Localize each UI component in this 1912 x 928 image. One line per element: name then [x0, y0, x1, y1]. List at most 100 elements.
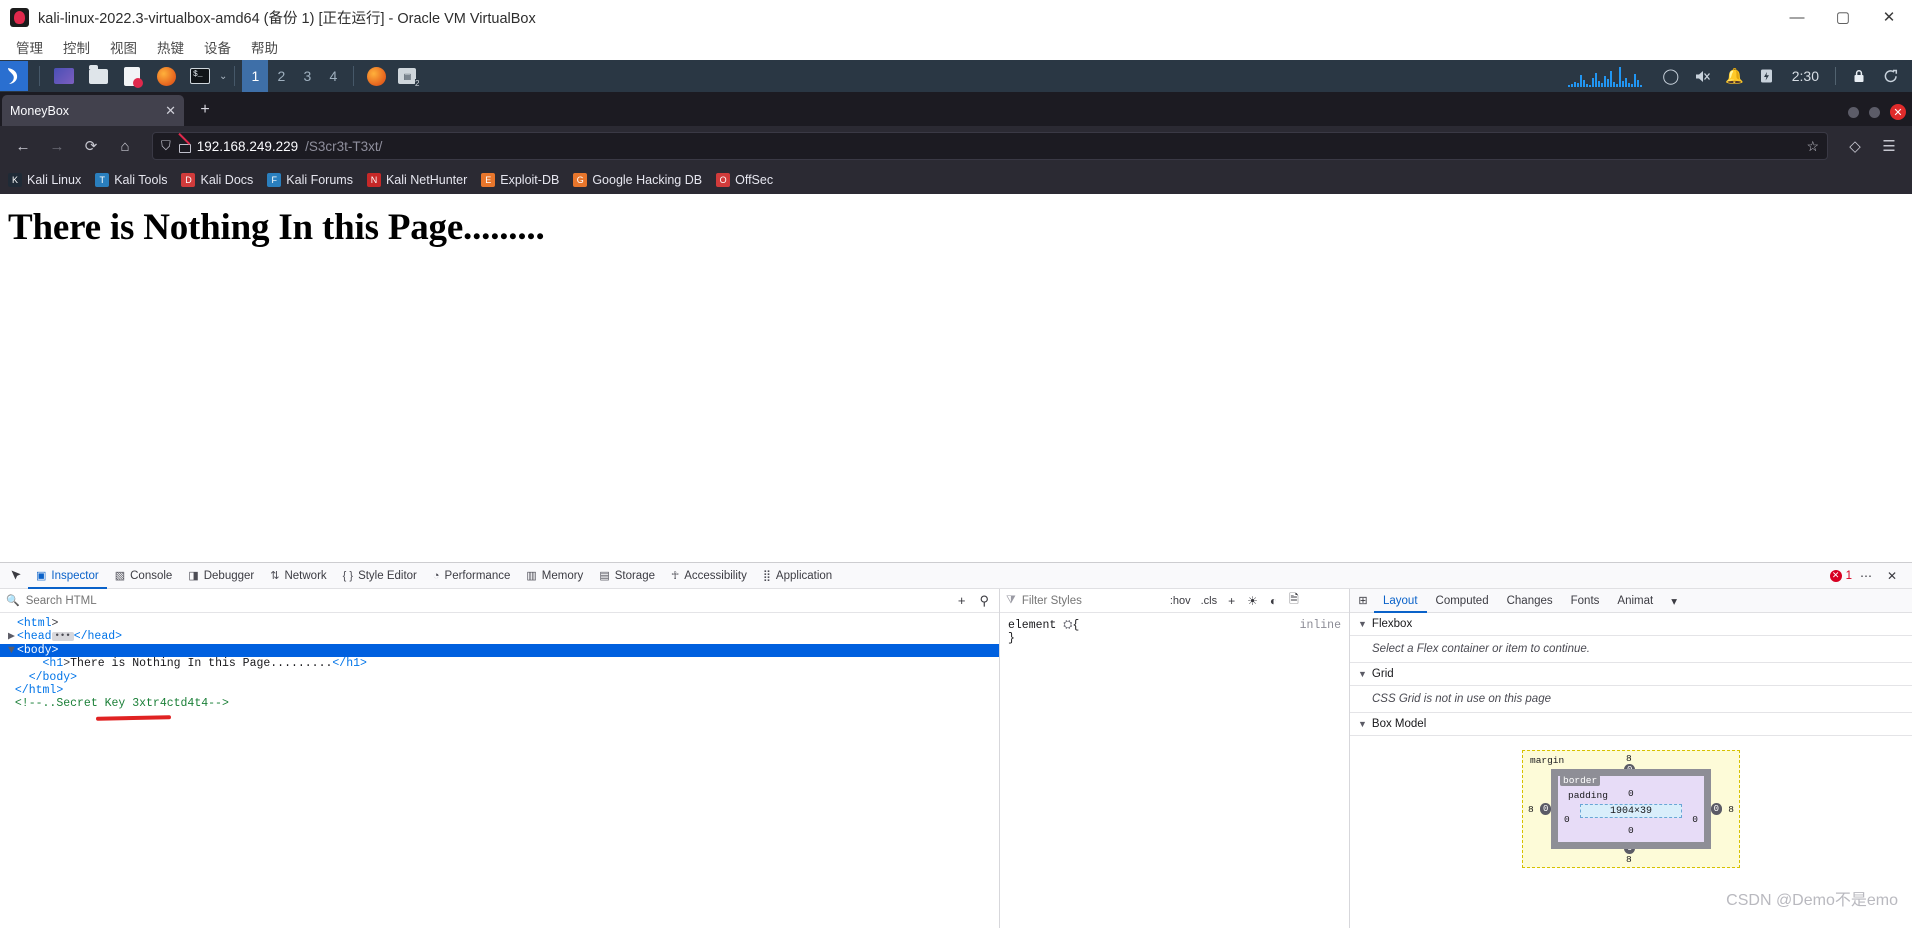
back-button[interactable]: ← [8, 131, 38, 161]
kali-dragon-icon[interactable] [0, 61, 28, 91]
markup-line-h1[interactable]: <h1>There is Nothing In this Page.......… [0, 657, 999, 670]
search-input[interactable] [25, 594, 948, 607]
menu-devices[interactable]: 设备 [196, 35, 239, 59]
padding-top-value[interactable]: 0 [1628, 788, 1634, 799]
margin-bottom-value[interactable]: 8 [1626, 854, 1632, 865]
add-rule-button[interactable]: + [1225, 594, 1238, 608]
forward-button[interactable]: → [42, 131, 72, 161]
element-picker-icon[interactable] [4, 564, 28, 588]
tab-network[interactable]: ⇅ Network [262, 563, 334, 589]
chevron-down-icon[interactable]: ▼ [1358, 719, 1367, 729]
box-model-content-area[interactable]: 1904×39 [1580, 804, 1682, 818]
markup-line-secret-comment[interactable]: <!--..Secret Key 3xtr4ctd4t4--> [0, 697, 999, 710]
tab-inspector[interactable]: ▣ Inspector [28, 563, 107, 589]
browser-tab-moneybox[interactable]: MoneyBox ✕ [2, 95, 184, 126]
workspace-2[interactable]: 2 [268, 60, 294, 92]
close-icon[interactable]: ✕ [1890, 104, 1906, 120]
tab-layout[interactable]: Layout [1374, 589, 1427, 613]
tab-close-icon[interactable]: ✕ [161, 103, 176, 119]
workspace-1[interactable]: 1 [242, 60, 269, 92]
add-node-button[interactable]: + [954, 593, 970, 608]
firefox-launcher[interactable] [152, 62, 180, 90]
bookmark-offsec[interactable]: O OffSec [716, 173, 773, 187]
refresh-circle-icon[interactable]: ◯ [1656, 60, 1686, 92]
shield-icon[interactable]: ⛉ [161, 138, 171, 154]
broken-lock-icon[interactable] [178, 140, 191, 153]
error-count-badge[interactable]: ✕ 1 [1829, 569, 1852, 582]
close-button[interactable]: ✕ [1866, 0, 1912, 34]
tab-debugger[interactable]: ◨ Debugger [180, 563, 262, 589]
tab-style-editor[interactable]: { } Style Editor [335, 563, 425, 589]
tab-changes[interactable]: Changes [1498, 589, 1562, 613]
app-menu-icon[interactable]: ☰ [1874, 131, 1904, 161]
terminal-launcher[interactable]: $_ [186, 62, 214, 90]
workspace-4[interactable]: 4 [320, 60, 346, 92]
task-firefox-window[interactable] [361, 63, 392, 89]
chevron-down-icon[interactable]: ▼ [1358, 669, 1367, 679]
bookmark-kali-nethunter[interactable]: N Kali NetHunter [366, 173, 467, 187]
filter-styles-input[interactable] [1021, 594, 1162, 607]
bookmark-kali-forums[interactable]: F Kali Forums [267, 173, 353, 187]
class-state-button[interactable]: .cls [1199, 595, 1220, 607]
tab-console[interactable]: ▧ Console [107, 563, 181, 589]
rule-element-inline[interactable]: inline element ⛭ { [1008, 619, 1341, 632]
tab-computed[interactable]: Computed [1427, 589, 1498, 613]
task-window-group[interactable]: ▤ 2 [392, 63, 422, 89]
menu-control[interactable]: 控制 [55, 35, 98, 59]
content-size-value[interactable]: 1904×39 [1610, 806, 1652, 817]
box-model-diagram[interactable]: margin 8 8 8 8 0 0 0 0 border padding 0 … [1522, 750, 1740, 868]
new-tab-button[interactable]: + [190, 95, 220, 125]
bookmark-star-icon[interactable]: ☆ [1806, 138, 1819, 155]
purple-app-launcher[interactable] [50, 62, 78, 90]
bookmark-kali-tools[interactable]: T Kali Tools [95, 173, 167, 187]
markup-line-head[interactable]: ▶ <head ••• </head> [0, 630, 999, 643]
rule-selector[interactable]: element [1008, 619, 1056, 632]
menu-manage[interactable]: 管理 [8, 35, 51, 59]
tab-performance[interactable]: ◔ Performance [425, 563, 519, 589]
file-manager-launcher[interactable] [84, 62, 112, 90]
box-model-section-header[interactable]: ▼ Box Model [1350, 713, 1912, 736]
collapsed-children-icon[interactable]: ••• [51, 631, 74, 641]
text-editor-launcher[interactable] [118, 62, 146, 90]
tab-animations[interactable]: Animat [1608, 589, 1662, 613]
twisty-icon[interactable]: ▶ [8, 630, 17, 643]
padding-left-value[interactable]: 0 [1564, 814, 1570, 825]
margin-right-value[interactable]: 8 [1728, 804, 1734, 815]
markup-line-html[interactable]: <html> [0, 617, 999, 630]
eyedropper-icon[interactable]: ⚲ [975, 593, 993, 609]
hover-state-button[interactable]: :hov [1168, 595, 1193, 607]
layout-overflow-icon[interactable]: ▾ [1662, 589, 1686, 613]
menu-view[interactable]: 视图 [102, 35, 145, 59]
markup-line-body[interactable]: ▼ <body> [0, 643, 999, 658]
grid-section-header[interactable]: ▼ Grid [1350, 663, 1912, 686]
notification-bell-icon[interactable]: 🔔 [1720, 60, 1750, 92]
menu-help[interactable]: 帮助 [243, 35, 286, 59]
tab-fonts[interactable]: Fonts [1562, 589, 1609, 613]
battery-charging-icon[interactable] [1752, 60, 1782, 92]
bookmark-kali-linux[interactable]: K Kali Linux [8, 173, 81, 187]
light-scheme-icon[interactable]: ☀ [1244, 594, 1261, 608]
margin-left-value[interactable]: 8 [1528, 804, 1534, 815]
power-icon[interactable] [1876, 60, 1906, 92]
bookmark-google-hacking-db[interactable]: G Google Hacking DB [573, 173, 702, 187]
reload-button[interactable]: ⟳ [76, 131, 106, 161]
panel-toggle-icon[interactable]: ⊞ [1352, 594, 1374, 607]
tab-accessibility[interactable]: ☥ Accessibility [663, 563, 755, 589]
rules-content[interactable]: inline element ⛭ { } [1000, 613, 1349, 928]
url-bar[interactable]: ⛉ 192.168.249.229/S3cr3t-T3xt/ ☆ [152, 132, 1828, 160]
tab-memory[interactable]: ▥ Memory [518, 563, 591, 589]
chevron-down-icon[interactable]: ⌄ [219, 71, 227, 82]
maximize-button[interactable]: ▢ [1820, 0, 1866, 34]
border-left-value[interactable]: 0 [1540, 803, 1552, 815]
devtools-close-icon[interactable]: ✕ [1880, 564, 1904, 588]
lock-icon[interactable] [1844, 60, 1874, 92]
minimize-icon[interactable] [1848, 106, 1859, 118]
print-media-icon[interactable]: 🗎 [1286, 590, 1302, 611]
twisty-icon[interactable]: ▼ [8, 644, 17, 657]
maximize-icon[interactable] [1869, 106, 1880, 118]
workspace-3[interactable]: 3 [294, 60, 320, 92]
menu-hotkeys[interactable]: 热键 [149, 35, 192, 59]
markup-line-body-close[interactable]: </body> [0, 671, 999, 684]
margin-top-value[interactable]: 8 [1626, 753, 1632, 764]
dark-scheme-icon[interactable]: ◐ [1267, 594, 1280, 608]
